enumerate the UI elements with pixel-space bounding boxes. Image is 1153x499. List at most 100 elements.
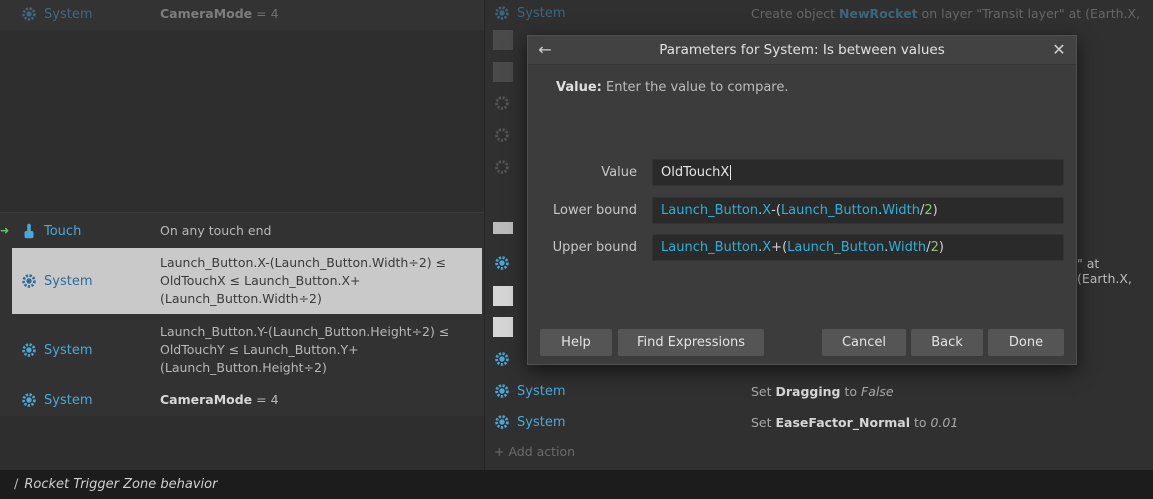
object-thumbnail [493,317,513,337]
condition-object[interactable]: Touch [12,222,150,240]
condition-row-selected[interactable]: System Launch_Button.X-(Launch_Button.Wi… [12,248,482,314]
condition-object[interactable]: System [12,391,150,409]
upper-bound-field-row: Upper bound Launch_Button. X +(Launch_Butt… [528,233,1078,261]
condition-text[interactable]: Launch_Button.X-(Launch_Button.Width÷2) … [150,254,482,308]
chevron-icon[interactable]: ∕ [14,477,18,492]
find-expressions-button[interactable]: Find Expressions [618,329,764,356]
expr-token: Launch_Button [661,239,759,255]
action-text-mid: to [909,414,931,430]
dialog-title-bar: ← Parameters for System: Is between valu… [528,36,1076,65]
gear-icon [493,158,511,180]
gear-icon [495,6,509,20]
parameter-description-label: Value: [556,80,602,95]
done-button[interactable]: Done [988,329,1064,356]
gear-icon [493,94,511,116]
upper-bound-input[interactable]: Launch_Button. X +(Launch_Button. Width/2) [652,233,1064,261]
event-block[interactable] [0,212,484,416]
gear-icon [22,393,36,407]
condition-row[interactable]: System Launch_Button.Y-(Launch_Button.He… [12,322,482,378]
action-object[interactable]: System [493,413,751,431]
expr-token: +( [771,239,788,255]
expr-token: 2 [930,239,939,255]
condition-rest: = 4 [252,6,279,21]
condition-variable: CameraMode [160,392,253,407]
condition-row-touch[interactable]: Touch On any touch end [12,222,482,240]
action-object[interactable]: System [493,4,751,22]
action-object-label: System [517,383,566,399]
condition-object[interactable]: System [12,272,150,290]
action-value: False [861,383,894,399]
condition-text[interactable]: CameraMode = 4 [150,5,482,23]
event-group-title: Rocket Trigger Zone behavior [24,477,218,492]
action-row[interactable]: System Create object NewRocket on layer … [493,0,1148,26]
object-thumbnail [493,286,513,306]
action-text-suffix: on layer "Transit layer" at (Earth.X, [921,5,1141,21]
action-variable: EaseFactor_Normal [775,414,910,430]
parameter-description: Value: Enter the value to compare. [556,80,789,95]
action-row[interactable]: System Set EaseFactor_Normal to 0.01 [493,409,1148,435]
action-text-prefix: Set [751,414,776,430]
expr-token: ) [932,202,938,218]
gear-icon [493,254,511,276]
expr-token: Launch_Button [661,202,759,218]
event-group-bar[interactable]: ∕ Rocket Trigger Zone behavior [0,470,1153,499]
action-text-fragment: " at (Earth.X, [1077,256,1132,286]
action-variable: Dragging [775,383,841,399]
dialog-title: Parameters for System: Is between values [659,42,945,58]
expr-token: Launch_Button [780,202,879,218]
action-text[interactable]: Set Dragging to False [751,384,894,399]
text-caret [730,164,732,180]
value-label: Value [601,164,637,180]
back-button[interactable]: Back [911,329,983,356]
gear-icon [495,384,509,398]
lower-bound-field-row: Lower bound Launch_Button. X -(Launch_Butt… [528,196,1078,224]
condition-text[interactable]: Launch_Button.Y-(Launch_Button.Height÷2)… [150,323,482,377]
back-arrow-icon[interactable]: ← [534,40,556,62]
event-arrow-icon: ➜ [0,224,10,237]
upper-bound-label: Upper bound [552,239,637,255]
condition-object-label: System [44,342,93,358]
help-button[interactable]: Help [540,329,612,356]
action-text-mid: to [840,383,862,399]
action-object-label: System [517,5,566,21]
close-icon[interactable]: ✕ [1048,40,1070,62]
expr-token: ) [938,239,944,255]
action-row[interactable]: System Set Dragging to False [493,378,1148,404]
parameter-description-text: Enter the value to compare. [606,80,789,95]
expr-token: X [762,202,772,218]
lower-bound-label: Lower bound [552,202,637,218]
condition-object[interactable]: System [12,341,150,359]
action-text[interactable]: Create object NewRocket on layer "Transi… [751,6,1140,21]
action-text[interactable]: Set EaseFactor_Normal to 0.01 [751,415,958,430]
condition-object-label: System [44,6,93,22]
object-thumbnail [493,30,513,50]
conditions-column: System CameraMode = 4 Touch On any touch… [0,0,484,470]
previous-event-row[interactable]: System CameraMode = 4 [0,0,484,30]
value-input[interactable]: OldTouchX [652,158,1064,186]
action-object-ref: NewRocket [839,5,918,21]
add-action-link[interactable]: + Add action [494,444,575,459]
value-field-row: Value OldTouchX [528,158,1078,186]
condition-text[interactable]: On any touch end [150,222,482,240]
gear-icon [495,415,509,429]
cancel-button[interactable]: Cancel [822,329,906,356]
expr-token: Width [882,202,920,218]
condition-variable: CameraMode [160,6,253,21]
action-object[interactable]: System [493,382,751,400]
lower-bound-input[interactable]: Launch_Button. X -(Launch_Button. Width/2) [652,196,1064,224]
action-value: 0.01 [930,414,959,430]
condition-object-label: Touch [44,223,82,239]
condition-object[interactable]: System [12,5,150,23]
condition-rest: = 4 [252,392,279,407]
expr-token: -( [771,202,781,218]
action-text-prefix: Create object [751,5,836,21]
condition-text[interactable]: CameraMode = 4 [150,391,482,409]
expr-token: Width [888,239,927,255]
gear-icon [22,343,36,357]
parameters-dialog: ← Parameters for System: Is between valu… [527,35,1077,365]
action-text-prefix: Set [751,383,776,399]
condition-row[interactable]: System CameraMode = 4 [12,391,482,409]
object-thumbnail [493,62,513,82]
expr-token: Launch_Button [787,239,885,255]
action-object-label: System [517,414,566,430]
